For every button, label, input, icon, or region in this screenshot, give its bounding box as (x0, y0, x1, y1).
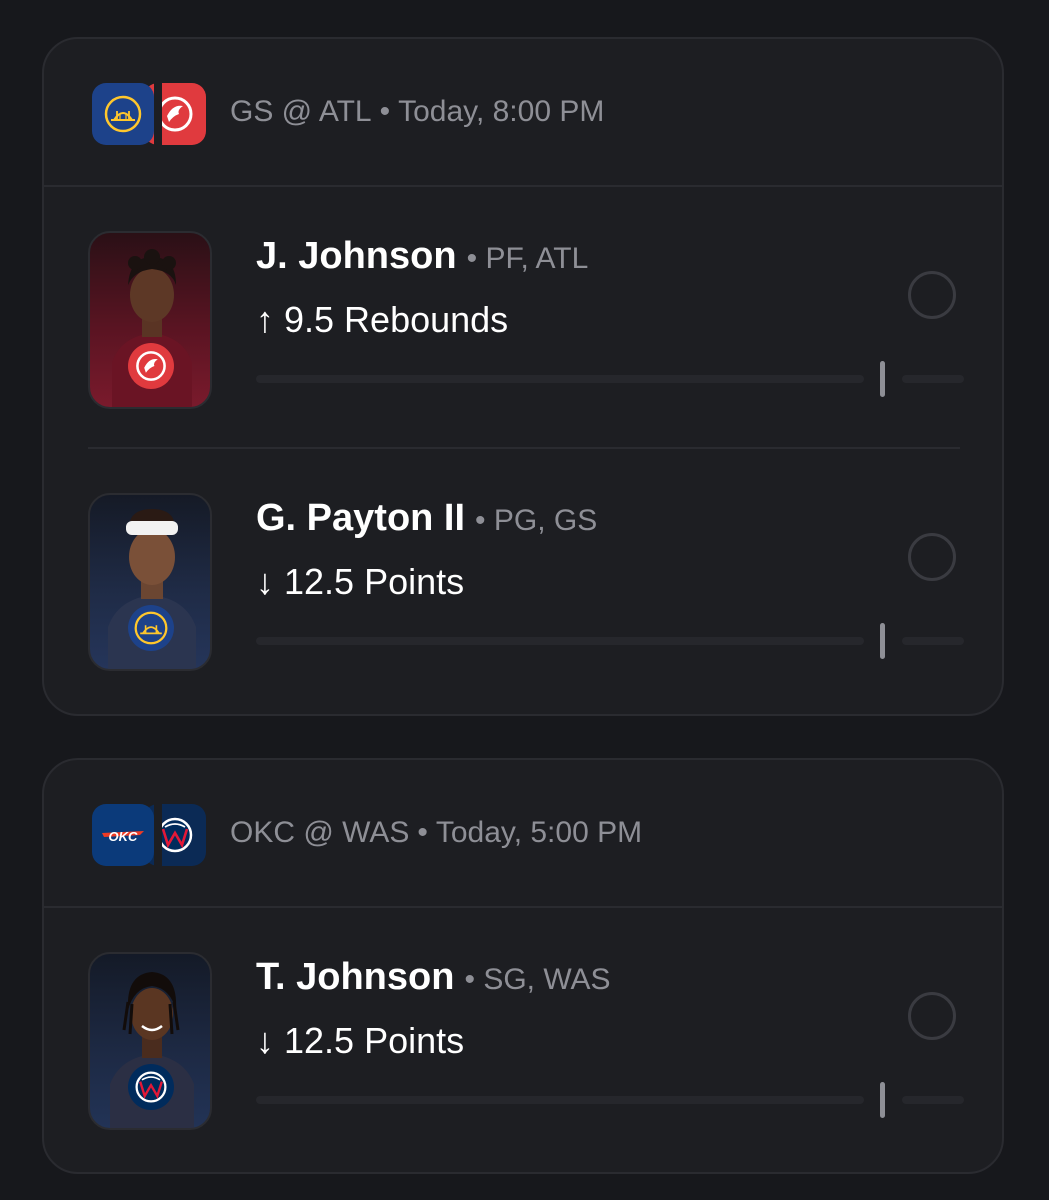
warriors-logo-icon (128, 605, 174, 651)
separator-dot: • (475, 504, 486, 537)
arrow-down-icon: ↓ (256, 561, 274, 602)
progress-bar (256, 359, 964, 399)
wizards-logo-icon (128, 1064, 174, 1110)
prop-value: 12.5 Points (284, 561, 465, 602)
game-header: OKC OKC @ WAS • Today, 5:00 PM (44, 760, 1002, 908)
player-avatar (88, 952, 212, 1130)
player-avatar (88, 493, 212, 671)
svg-text:OKC: OKC (109, 829, 139, 844)
player-name: J. Johnson (256, 235, 457, 277)
game-card-gs-atl: GS @ ATL • Today, 8:00 PM J. Johnson • P… (42, 37, 1004, 716)
separator-dot: • (466, 242, 478, 275)
prop-value: 9.5 Rebounds (284, 299, 509, 340)
player-position-team: PF, ATL (485, 242, 589, 275)
prop-row[interactable]: J. Johnson • PF, ATL ↑ 9.5 Rebounds (44, 187, 1002, 449)
matchup: GS @ ATL (230, 95, 372, 128)
progress-track (256, 637, 864, 645)
hawks-logo-icon (128, 343, 174, 389)
progress-remainder (902, 1096, 964, 1104)
game-header: GS @ ATL • Today, 8:00 PM (44, 39, 1002, 187)
progress-marker (880, 623, 885, 659)
prop-line: ↑ 9.5 Rebounds (256, 299, 508, 341)
team-logos (92, 83, 212, 145)
player-line: J. Johnson • PF, ATL (256, 235, 588, 278)
arrow-up-icon: ↑ (256, 299, 274, 340)
player-meta: • PG, GS (475, 504, 597, 537)
select-radio[interactable] (908, 992, 956, 1040)
select-radio[interactable] (908, 533, 956, 581)
prop-value: 12.5 Points (284, 1020, 465, 1061)
prop-line: ↓ 12.5 Points (256, 1020, 464, 1062)
player-position-team: PG, GS (493, 504, 598, 537)
team-logos: OKC (92, 804, 212, 866)
player-name: T. Johnson (256, 956, 455, 998)
matchup: OKC @ WAS (230, 816, 410, 849)
progress-marker (880, 361, 885, 397)
warriors-logo-icon (92, 83, 162, 145)
game-info: GS @ ATL • Today, 8:00 PM (230, 95, 604, 129)
separator-dot: • (379, 95, 391, 128)
progress-bar (256, 1080, 964, 1120)
game-time: Today, 8:00 PM (398, 95, 605, 128)
progress-marker (880, 1082, 885, 1118)
player-meta: • SG, WAS (464, 963, 610, 996)
arrow-down-icon: ↓ (256, 1020, 274, 1061)
player-position-team: SG, WAS (483, 963, 611, 996)
progress-track (256, 375, 864, 383)
game-time: Today, 5:00 PM (435, 816, 643, 849)
separator-dot: • (417, 816, 428, 849)
select-radio[interactable] (908, 271, 956, 319)
player-meta: • PF, ATL (467, 242, 589, 275)
player-line: G. Payton II • PG, GS (256, 497, 597, 540)
prop-row[interactable]: T. Johnson • SG, WAS ↓ 12.5 Points (44, 908, 1002, 1170)
player-name: G. Payton II (256, 497, 466, 539)
progress-remainder (902, 637, 964, 645)
prop-row[interactable]: G. Payton II • PG, GS ↓ 12.5 Points (44, 449, 1002, 711)
player-line: T. Johnson • SG, WAS (256, 956, 611, 999)
game-card-okc-was: OKC OKC @ WAS • Today, 5:00 PM T. Johnso… (42, 758, 1004, 1174)
progress-remainder (902, 375, 964, 383)
separator-dot: • (464, 963, 475, 996)
thunder-logo-icon: OKC (92, 804, 162, 866)
game-info: OKC @ WAS • Today, 5:00 PM (230, 816, 642, 850)
progress-bar (256, 621, 964, 661)
progress-track (256, 1096, 864, 1104)
prop-line: ↓ 12.5 Points (256, 561, 464, 603)
player-avatar (88, 231, 212, 409)
